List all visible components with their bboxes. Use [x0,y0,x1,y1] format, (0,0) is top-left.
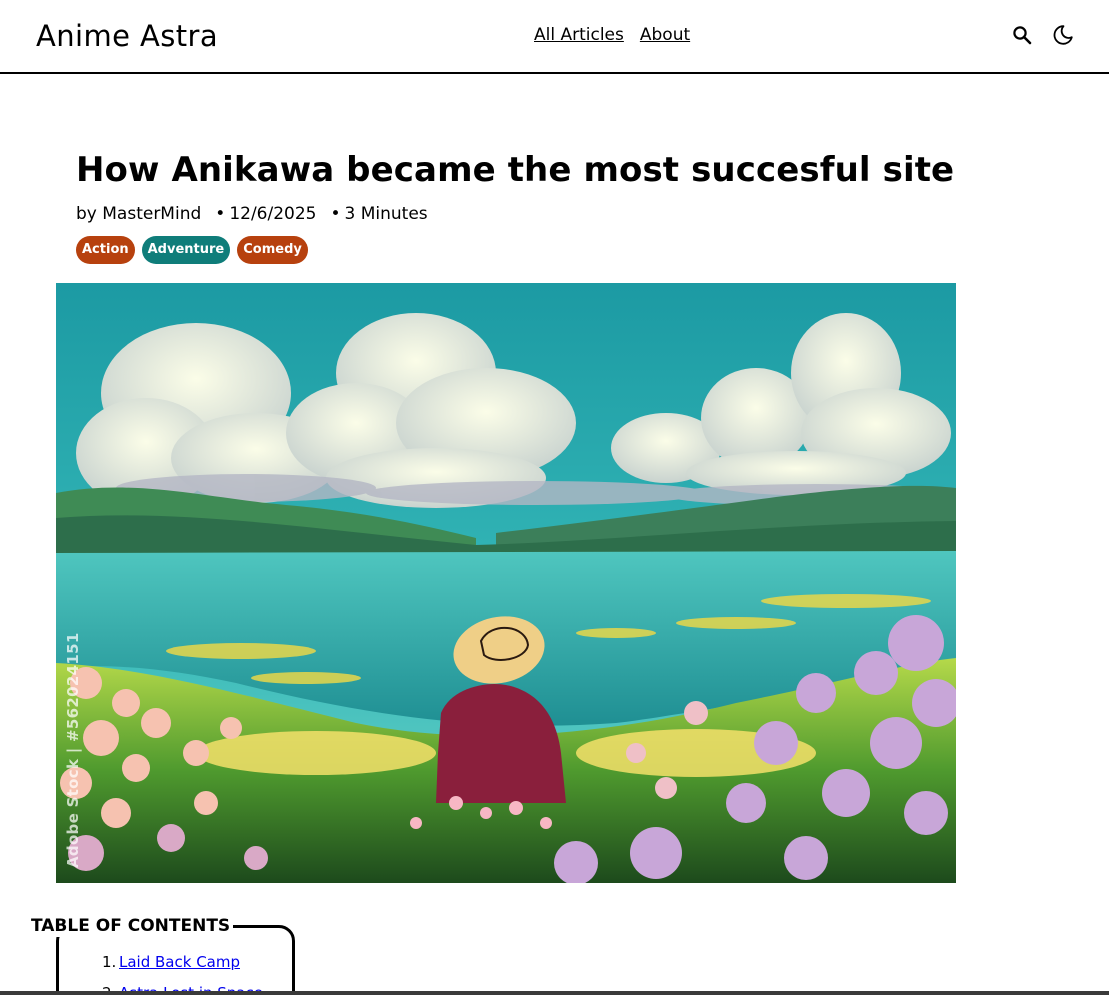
tag-comedy[interactable]: Comedy [237,236,308,264]
search-button[interactable] [1010,23,1034,47]
image-watermark: Adobe Stock | #562024151 [64,632,82,868]
article-date: 12/6/2025 [229,204,317,224]
main-nav: All Articles About [534,24,690,46]
tag-action[interactable]: Action [76,236,135,264]
moon-icon [1053,25,1073,45]
toc-item-number: 1. [102,953,117,971]
toc-link-laid-back-camp[interactable]: Laid Back Camp [119,947,240,978]
nav-link-about[interactable]: About [640,24,690,46]
article-title: How Anikawa became the most succesful si… [76,150,955,190]
tag-list: Action Adventure Comedy [76,236,308,264]
toc-title: TABLE OF CONTENTS [28,915,234,937]
toc-item: 1. Laid Back Camp [102,947,263,978]
tag-adventure[interactable]: Adventure [141,236,231,264]
hero-image [56,283,956,883]
article-read-time: 3 Minutes [344,204,428,224]
meta-bullet: • [215,204,226,224]
article-author: by MasterMind [76,204,202,224]
site-header: Anime Astra All Articles About [0,0,1109,74]
article-meta: by MasterMind • 12/6/2025 • 3 Minutes [76,202,428,226]
window-bottom-edge [0,991,1109,995]
nav-link-all-articles[interactable]: All Articles [534,24,624,46]
theme-toggle-button[interactable] [1051,23,1075,47]
meta-bullet: • [330,204,341,224]
hero-illustration [56,283,956,883]
search-icon [1013,26,1032,45]
toc-list: 1. Laid Back Camp 2. Astra Lost in Space [102,947,263,995]
site-title[interactable]: Anime Astra [36,18,218,54]
page: Anime Astra All Articles About How Anika… [0,0,1109,995]
